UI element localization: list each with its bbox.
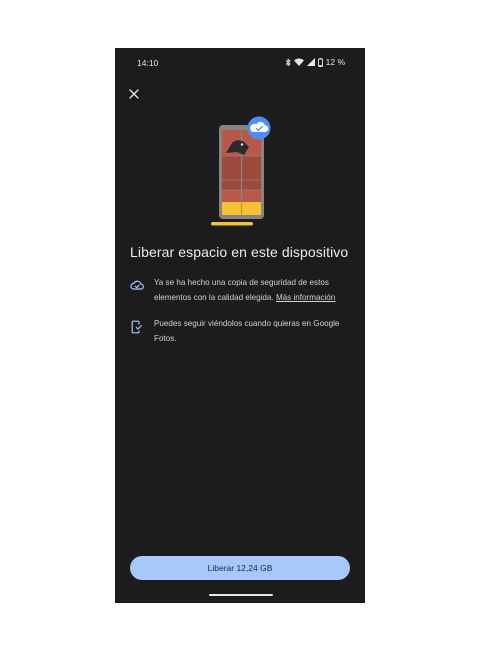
status-icons: 12 % — [285, 57, 345, 67]
signal-icon — [306, 58, 315, 66]
info-item-backup: Ya se ha hecho una copia de seguridad de… — [130, 275, 355, 305]
phone-check-icon — [131, 320, 142, 334]
more-info-link[interactable]: Más información — [276, 293, 335, 302]
storage-bar — [211, 222, 253, 226]
screen: 14:10 12 % Liberar espacio en este dispo… — [115, 48, 365, 603]
cloud-done-icon — [130, 280, 144, 290]
close-button[interactable] — [126, 86, 142, 102]
bluetooth-icon — [285, 58, 291, 66]
info-item-google-photos: Puedes seguir viéndolos cuando quieras e… — [130, 316, 355, 346]
navigation-handle[interactable] — [209, 594, 273, 596]
free-up-space-illustration — [211, 116, 271, 226]
battery-percent: 12 % — [325, 57, 345, 67]
free-up-button[interactable]: Liberar 12,24 GB — [130, 556, 350, 580]
battery-icon — [317, 57, 323, 67]
status-time: 14:10 — [137, 58, 159, 68]
info-text-google-photos: Puedes seguir viéndolos cuando quieras e… — [154, 319, 340, 343]
status-bar: 14:10 12 % — [115, 48, 365, 76]
info-text-backup: Ya se ha hecho una copia de seguridad de… — [154, 275, 355, 305]
close-icon — [129, 89, 139, 99]
page-title: Liberar espacio en este dispositivo — [130, 244, 349, 260]
wifi-icon — [293, 58, 304, 66]
